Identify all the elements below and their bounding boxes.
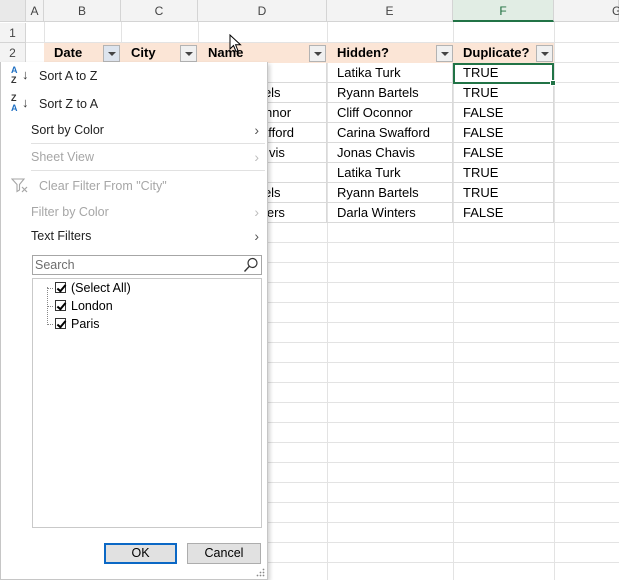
table-cell-hidden[interactable]: Darla Winters	[327, 203, 453, 223]
header-duplicate: Duplicate?	[463, 45, 530, 60]
column-header-c[interactable]: C	[121, 0, 198, 22]
table-cell-duplicate[interactable]: FALSE	[453, 203, 554, 223]
menu-separator	[31, 170, 265, 171]
row-header-1[interactable]: 1	[0, 23, 26, 43]
table-cell-hidden[interactable]: Cliff Oconnor	[327, 103, 453, 123]
chevron-right-icon: ›	[254, 149, 259, 165]
table-cell-duplicate[interactable]: FALSE	[453, 123, 554, 143]
table-cell-duplicate[interactable]: TRUE	[453, 163, 554, 183]
menu-clear-filter-label: Clear Filter From "City"	[39, 179, 167, 193]
ok-button[interactable]: OK	[104, 543, 177, 564]
filter-button-name[interactable]	[309, 45, 326, 62]
menu-sort-a-to-z[interactable]: A Z ↓ Sort A to Z	[1, 64, 267, 88]
menu-clear-filter: Clear Filter From "City"	[1, 174, 267, 198]
filter-dropdown-menu: A Z ↓ Sort A to Z Z A ↓ Sort Z to A Sort…	[0, 62, 268, 580]
checkbox-checked[interactable]	[55, 282, 66, 293]
column-header-d[interactable]: D	[198, 0, 327, 22]
filter-values-list: (Select All) London Paris	[32, 278, 262, 528]
tree-connector	[47, 306, 53, 307]
sort-ascending-icon: A Z ↓	[11, 65, 29, 85]
table-cell-duplicate[interactable]: FALSE	[453, 143, 554, 163]
table-cell-hidden[interactable]: Latika Turk	[327, 63, 453, 83]
menu-text-filters[interactable]: Text Filters ›	[1, 224, 267, 248]
filter-button-hidden[interactable]	[436, 45, 453, 62]
fill-handle[interactable]	[550, 80, 556, 86]
table-cell-hidden[interactable]: Jonas Chavis	[327, 143, 453, 163]
resize-grip-icon[interactable]	[256, 568, 265, 577]
tree-connector	[47, 288, 53, 289]
clear-filter-icon	[11, 178, 28, 193]
chevron-right-icon: ›	[254, 122, 259, 138]
table-cell-duplicate[interactable]: FALSE	[453, 103, 554, 123]
menu-text-filters-label: Text Filters	[31, 229, 92, 243]
mouse-cursor-icon	[229, 34, 242, 53]
menu-filter-by-color-label: Filter by Color	[31, 205, 109, 219]
table-cell-hidden[interactable]: Latika Turk	[327, 163, 453, 183]
checkbox-checked[interactable]	[55, 300, 66, 311]
menu-sort-by-color[interactable]: Sort by Color ›	[1, 118, 267, 142]
chevron-right-icon: ›	[254, 228, 259, 244]
column-header-a[interactable]: A	[26, 0, 44, 22]
table-cell-duplicate[interactable]: TRUE	[453, 83, 554, 103]
header-hidden: Hidden?	[337, 45, 389, 60]
cancel-button[interactable]: Cancel	[187, 543, 261, 564]
column-header-g[interactable]: G	[554, 0, 619, 22]
checkbox-checked[interactable]	[55, 318, 66, 329]
chevron-right-icon: ›	[254, 204, 259, 220]
header-date: Date	[54, 45, 83, 60]
row-header-2[interactable]: 2	[0, 43, 26, 63]
menu-filter-by-color: Filter by Color ›	[1, 200, 267, 224]
column-header-e[interactable]: E	[327, 0, 453, 22]
search-box[interactable]	[32, 255, 262, 275]
menu-sheet-view: Sheet View ›	[1, 145, 267, 169]
table-cell-hidden[interactable]: Ryann Bartels	[327, 183, 453, 203]
filter-button-duplicate[interactable]	[536, 45, 553, 62]
column-header-f[interactable]: F	[453, 0, 554, 22]
header-city: City	[131, 45, 156, 60]
tree-connector	[47, 324, 53, 325]
menu-separator	[31, 143, 265, 144]
menu-sort-a-to-z-label: Sort A to Z	[39, 69, 98, 83]
table-cell-duplicate[interactable]: TRUE	[453, 183, 554, 203]
filter-button-date[interactable]	[103, 45, 120, 62]
select-all-corner[interactable]	[0, 0, 26, 22]
table-cell-hidden[interactable]: Ryann Bartels	[327, 83, 453, 103]
table-cell-hidden[interactable]: Carina Swafford	[327, 123, 453, 143]
active-cell-selection	[453, 63, 554, 84]
column-header-b[interactable]: B	[44, 0, 121, 22]
search-input[interactable]	[33, 256, 238, 274]
sort-descending-icon: Z A ↓	[11, 93, 29, 113]
search-icon	[243, 257, 258, 272]
menu-sheet-view-label: Sheet View	[31, 150, 95, 164]
menu-sort-by-color-label: Sort by Color	[31, 123, 104, 137]
filter-button-city[interactable]	[180, 45, 197, 62]
menu-sort-z-to-a[interactable]: Z A ↓ Sort Z to A	[1, 92, 267, 116]
menu-sort-z-to-a-label: Sort Z to A	[39, 97, 99, 111]
